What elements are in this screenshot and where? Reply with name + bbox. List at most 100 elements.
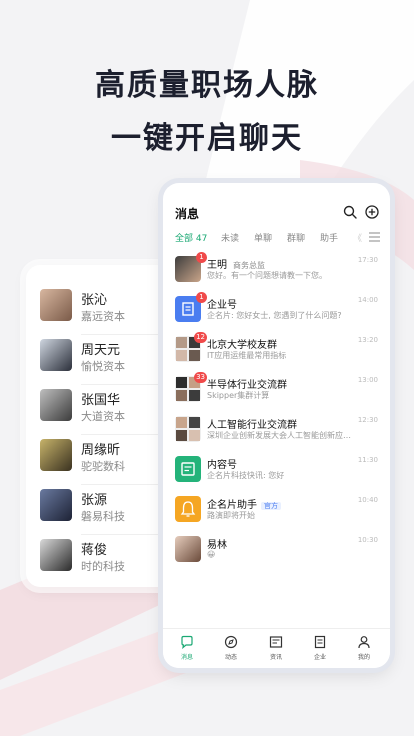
sender-role: 商务总监	[233, 261, 265, 270]
tab-group-chat[interactable]: 群聊	[287, 231, 305, 244]
content-account-icon	[175, 456, 201, 482]
message-tabs: 全部 47 未读 单聊 群聊 助手 《	[175, 231, 380, 245]
tab-single-chat[interactable]: 单聊	[254, 231, 272, 244]
nav-news[interactable]: 资讯	[261, 635, 291, 661]
contact-name: 蒋俊	[81, 543, 108, 558]
unread-badge: 12	[194, 332, 207, 343]
message-sender: 人工智能行业交流群	[207, 420, 297, 431]
message-item[interactable]: 人工智能行业交流群 深圳企业创新发展大会人工智能创新应用论... 12:30	[163, 416, 390, 456]
message-time: 17:30	[357, 256, 378, 264]
avatar	[40, 489, 72, 521]
message-preview: 企名片科技快讯: 您好	[207, 471, 285, 480]
tab-all[interactable]: 全部 47	[175, 231, 207, 244]
group-avatar: 12	[175, 332, 207, 362]
message-time: 13:00	[357, 376, 378, 384]
contact-name: 张源	[81, 493, 108, 508]
contact-item[interactable]: 蒋俊 时的科技	[26, 535, 176, 585]
compass-icon	[224, 635, 238, 649]
group-avatar	[175, 416, 201, 442]
message-sender: 易林	[207, 540, 227, 551]
group-avatar: 33	[175, 372, 207, 402]
message-item[interactable]: 12 北京大学校友群 IT应用运维最常用指标 13:20	[163, 332, 390, 376]
plus-circle-icon[interactable]	[365, 205, 379, 219]
message-sender: 企名片助手 官方	[207, 496, 281, 511]
avatar	[40, 339, 72, 371]
message-item[interactable]: 企名片助手 官方 路演即将开始 10:40	[163, 496, 390, 536]
nav-feed[interactable]: 动态	[216, 635, 246, 661]
page-title: 消息	[175, 207, 200, 221]
contact-name: 周缘昕	[81, 443, 121, 458]
unread-badge: 1	[196, 292, 207, 303]
menu-icon[interactable]	[369, 231, 380, 243]
unread-badge: 33	[194, 372, 207, 383]
nav-enterprise[interactable]: 企业	[305, 635, 335, 661]
contact-item[interactable]: 张国华 大道资本	[26, 385, 176, 435]
message-sender: 王明 商务总监	[207, 260, 265, 271]
tab-more-partial[interactable]: 《	[353, 231, 362, 244]
nav-profile[interactable]: 我的	[349, 635, 379, 661]
enterprise-icon	[314, 635, 326, 649]
unread-badge: 1	[196, 252, 207, 263]
contact-item[interactable]: 周天元 愉悦资本	[26, 335, 176, 385]
contact-company: 愉悦资本	[81, 360, 125, 373]
message-item[interactable]: 1 企业号 企名片: 您好女士, 您遇到了什么问题? 14:00	[163, 292, 390, 336]
message-time: 10:30	[357, 536, 378, 544]
message-time: 12:30	[357, 416, 378, 424]
bottom-navigation: 消息 动态 资讯 企业 我的	[163, 628, 390, 668]
contacts-card: 张沁 嘉远资本 周天元 愉悦资本 张国华 大道资本 周缘昕 驼驼数科 张源 磐易…	[26, 265, 176, 587]
user-icon	[358, 636, 370, 649]
message-preview: 😀	[207, 550, 216, 559]
message-sender: 半导体行业交流群	[207, 380, 287, 391]
headline-secondary: 一键开启聊天	[111, 121, 303, 156]
nav-label: 动态	[224, 654, 237, 661]
message-preview: IT应用运维最常用指标	[207, 351, 287, 360]
message-item[interactable]: 易林 😀 10:30	[163, 536, 390, 576]
nav-label: 消息	[180, 654, 193, 661]
message-preview: 深圳企业创新发展大会人工智能创新应用论...	[207, 431, 357, 440]
avatar	[175, 536, 201, 562]
contact-item[interactable]: 张沁 嘉远资本	[26, 285, 176, 335]
message-icon	[181, 635, 193, 649]
message-item[interactable]: 1 王明 商务总监 您好。有一个问题想请教一下您。 17:30	[163, 252, 390, 296]
message-preview: 企名片: 您好女士, 您遇到了什么问题?	[207, 311, 342, 320]
news-icon	[269, 636, 283, 648]
avatar: 1	[175, 252, 207, 282]
contact-company: 磐易科技	[81, 510, 125, 523]
search-icon[interactable]	[343, 205, 357, 219]
avatar	[40, 439, 72, 471]
avatar	[40, 289, 72, 321]
message-preview: Skipper集群计算	[207, 391, 270, 400]
contact-item[interactable]: 张源 磐易科技	[26, 485, 176, 535]
message-sender: 企业号	[207, 300, 237, 311]
message-preview: 路演即将开始	[207, 511, 255, 520]
official-tag: 官方	[261, 502, 281, 510]
contact-name: 周天元	[81, 343, 121, 358]
message-preview: 您好。有一个问题想请教一下您。	[207, 271, 327, 280]
contact-name: 张国华	[81, 393, 121, 408]
enterprise-account-icon: 1	[175, 292, 207, 322]
nav-label: 我的	[357, 654, 370, 661]
tab-unread[interactable]: 未读	[221, 231, 239, 244]
bell-icon	[175, 496, 201, 522]
message-sender: 北京大学校友群	[207, 340, 277, 351]
message-item[interactable]: 33 半导体行业交流群 Skipper集群计算 13:00	[163, 372, 390, 416]
nav-messages[interactable]: 消息	[172, 635, 202, 661]
message-item[interactable]: 内容号 企名片科技快讯: 您好 11:30	[163, 456, 390, 496]
headline-primary: 高质量职场人脉	[95, 68, 319, 103]
contact-name: 张沁	[81, 293, 108, 308]
message-time: 14:00	[357, 296, 378, 304]
contact-company: 驼驼数科	[81, 460, 125, 473]
message-time: 13:20	[357, 336, 378, 344]
contact-company: 嘉远资本	[81, 310, 125, 323]
contact-company: 大道资本	[81, 410, 125, 423]
message-time: 11:30	[357, 456, 378, 464]
avatar	[40, 389, 72, 421]
tab-assistant[interactable]: 助手	[320, 231, 338, 244]
nav-label: 资讯	[269, 654, 282, 661]
contact-item[interactable]: 周缘昕 驼驼数科	[26, 435, 176, 485]
message-time: 10:40	[357, 496, 378, 504]
phone-screen: 消息 全部 47 未读 单聊 群聊 助手 《 1 王明 商务总监 您好。有一个问题…	[163, 183, 390, 668]
contact-company: 时的科技	[81, 560, 125, 573]
message-sender: 内容号	[207, 460, 237, 471]
avatar	[40, 539, 72, 571]
